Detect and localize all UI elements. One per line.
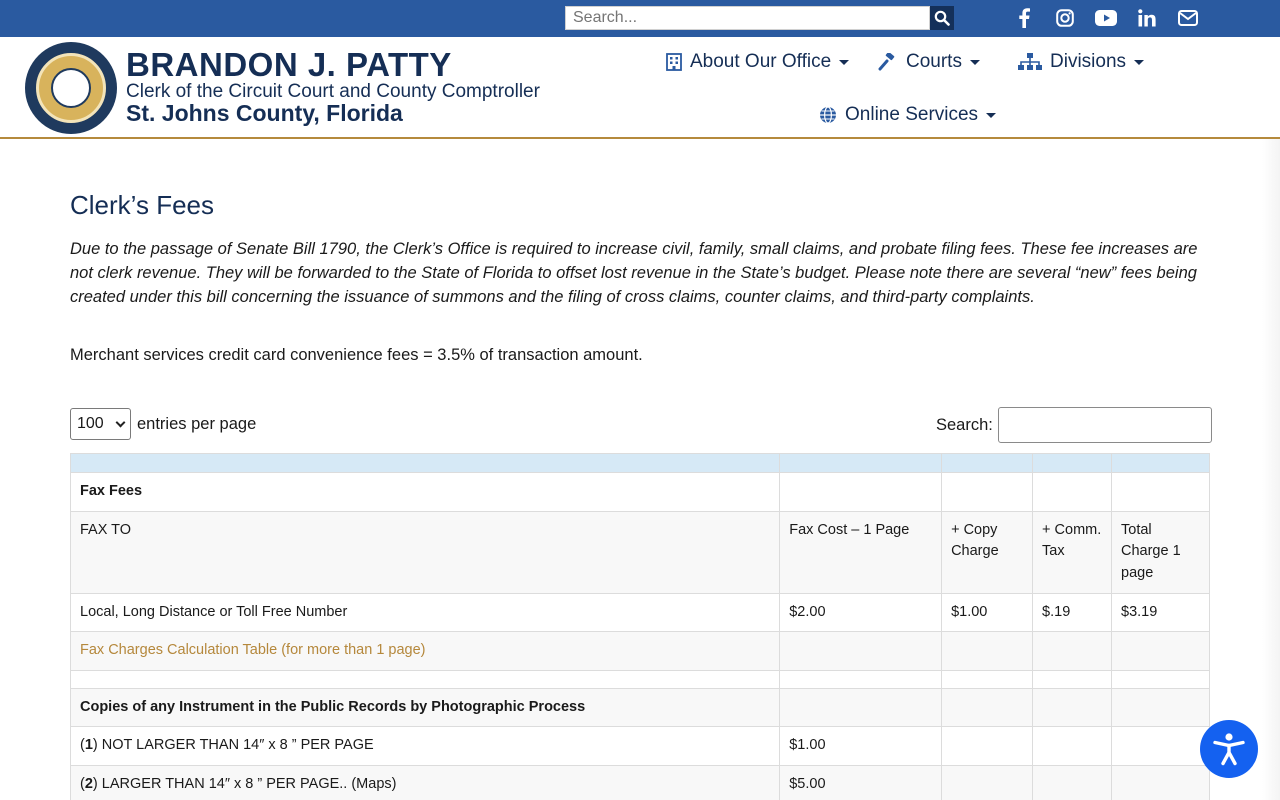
nav-online-services-label: Online Services: [845, 104, 979, 125]
site-search-button[interactable]: [930, 6, 954, 30]
facebook-link[interactable]: [1012, 7, 1036, 29]
email-icon: [1178, 10, 1198, 26]
page-edge-shadow: [1262, 139, 1280, 800]
table-cell: $.19: [1032, 592, 1112, 632]
fax-calculation-link[interactable]: Fax Charges Calculation Table (for more …: [80, 642, 426, 658]
table-search-input[interactable]: [997, 407, 1212, 443]
table-cell: $2.00: [779, 592, 943, 632]
table-row: Fax Charges Calculation Table (for more …: [69, 631, 1210, 671]
table-cell: (1) NOT LARGER THAN 14″ x 8 ” PER PAGE: [69, 726, 781, 766]
table-row: Local, Long Distance or Toll Free Number…: [69, 592, 1210, 632]
nav-divisions-label: Divisions: [1050, 51, 1127, 72]
table-row: FAX TO Fax Cost – 1 Page + Copy Charge +…: [69, 510, 1210, 594]
chevron-down-icon: [115, 417, 126, 427]
accessibility-button[interactable]: [1200, 720, 1258, 778]
table-cell: Local, Long Distance or Toll Free Number: [69, 592, 781, 632]
table-row: [69, 669, 1210, 689]
chevron-down-icon: [1134, 59, 1145, 65]
table-cell: FAX TO: [69, 510, 781, 594]
table-cell: Total Charge 1 page: [1111, 510, 1210, 594]
table-row: Fax Fees: [69, 472, 1210, 512]
table-cell: $1.00: [779, 726, 943, 766]
table-cell: Fax Cost – 1 Page: [779, 510, 943, 594]
nav-about[interactable]: About Our Office: [666, 50, 850, 74]
table-search: Search:: [936, 407, 1212, 443]
linkedin-link[interactable]: [1135, 7, 1159, 29]
instagram-icon: [1056, 9, 1074, 27]
table-row: Copies of any Instrument in the Public R…: [69, 687, 1210, 727]
merchant-fee-note: Merchant services credit card convenienc…: [70, 346, 643, 364]
table-cell: + Copy Charge: [941, 510, 1034, 594]
site-search-input[interactable]: [565, 6, 930, 30]
table-cell: $1.00: [941, 592, 1034, 632]
entries-per-page: 100 entries per page: [70, 408, 256, 440]
email-link[interactable]: [1176, 7, 1200, 29]
accessibility-icon: [1213, 733, 1245, 766]
page-title: Clerk’s Fees: [70, 190, 215, 220]
table-cell: $5.00: [779, 764, 943, 800]
instagram-link[interactable]: [1053, 7, 1077, 29]
search-icon: [934, 10, 950, 26]
table-header-row: [69, 453, 1210, 473]
table-row: (2) LARGER THAN 14″ x 8 ” PER PAGE.. (Ma…: [69, 764, 1210, 800]
sitemap-icon: [1018, 53, 1042, 71]
table-cell: + Comm. Tax: [1032, 510, 1112, 594]
entries-label: entries per page: [137, 414, 257, 433]
nav-divisions[interactable]: Divisions: [1018, 50, 1145, 74]
clerk-seal-logo[interactable]: [25, 42, 117, 134]
youtube-icon: [1095, 10, 1117, 26]
top-bar: [0, 0, 1280, 37]
nav-courts[interactable]: Courts: [878, 50, 980, 74]
facebook-icon: [1019, 8, 1030, 28]
fax-section-title: Fax Fees: [80, 483, 143, 499]
table-row: (1) NOT LARGER THAN 14″ x 8 ” PER PAGE $…: [69, 726, 1210, 766]
gavel-icon: [878, 53, 898, 71]
clerk-name[interactable]: BRANDON J. PATTY: [126, 47, 452, 83]
building-icon: [666, 53, 682, 71]
site-header: BRANDON J. PATTY Clerk of the Circuit Co…: [0, 37, 1280, 139]
county-name: St. Johns County, Florida: [126, 100, 403, 126]
table-search-label: Search:: [936, 415, 993, 434]
nav-online-services[interactable]: Online Services: [819, 103, 997, 127]
chevron-down-icon: [986, 112, 997, 118]
chevron-down-icon: [969, 59, 980, 65]
youtube-link[interactable]: [1094, 7, 1118, 29]
entries-select-value: 100: [77, 415, 104, 432]
globe-icon: [819, 106, 837, 124]
table-cell: (2) LARGER THAN 14″ x 8 ” PER PAGE.. (Ma…: [69, 764, 781, 800]
copies-section-title: Copies of any Instrument in the Public R…: [80, 698, 586, 715]
intro-paragraph: Due to the passage of Senate Bill 1790, …: [70, 240, 1198, 306]
chevron-down-icon: [839, 59, 850, 65]
site-search: [565, 6, 954, 30]
table-cell: $3.19: [1111, 592, 1210, 632]
linkedin-icon: [1138, 9, 1156, 27]
nav-about-label: About Our Office: [690, 51, 832, 72]
nav-courts-label: Courts: [906, 51, 962, 72]
entries-select[interactable]: 100: [70, 408, 131, 440]
fees-table: Fax Fees FAX TO Fax Cost – 1 Page + Copy…: [69, 453, 1210, 800]
